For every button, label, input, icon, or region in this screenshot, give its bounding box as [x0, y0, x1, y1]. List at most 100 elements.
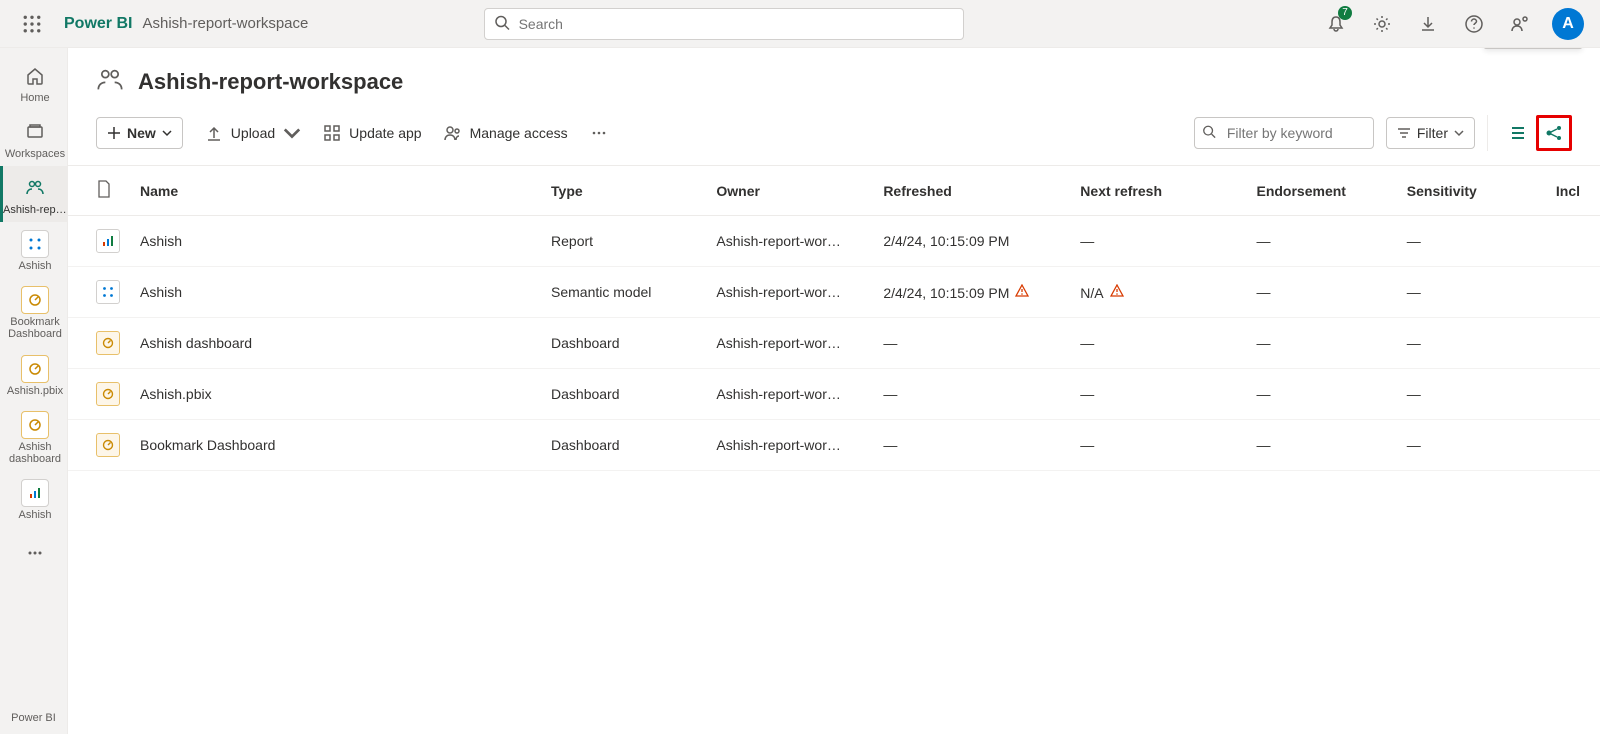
table-row[interactable]: AshishReportAshish-report-wor…2/4/24, 10… — [68, 216, 1600, 267]
table-header-row: Name Type Owner Refreshed Next refresh E… — [68, 166, 1600, 216]
main-content: Lineage view Ashish-report-workspace New… — [68, 48, 1600, 734]
col-endorsement[interactable]: Endorsement — [1246, 166, 1396, 216]
col-included[interactable]: Incl — [1546, 166, 1600, 216]
list-view-button[interactable] — [1500, 115, 1536, 151]
cell-owner: Ashish-report-wor… — [706, 369, 873, 420]
dashboard-icon — [96, 433, 120, 457]
rail-ashish-pbix[interactable]: Ashish.pbix — [0, 347, 68, 403]
cell-included — [1546, 369, 1600, 420]
cell-owner: Ashish-report-wor… — [706, 267, 873, 318]
notification-badge: 7 — [1338, 6, 1352, 20]
chevron-down-icon — [162, 128, 172, 138]
cell-included — [1546, 420, 1600, 471]
update-app-button[interactable]: Update app — [323, 124, 421, 142]
cell-refreshed: 2/4/24, 10:15:09 PM — [873, 267, 1070, 318]
chevron-down-icon — [1454, 128, 1464, 138]
rail-powerbi-home[interactable]: Power BI — [0, 692, 68, 734]
rail-ashish-dashboard[interactable]: Ashish dashboard — [0, 403, 68, 471]
table-row[interactable]: Ashish.pbixDashboardAshish-report-wor… — —… — [68, 369, 1600, 420]
app-launcher-button[interactable] — [8, 0, 56, 48]
waffle-icon — [23, 15, 41, 33]
rail-bookmark-dashboard[interactable]: Bookmark Dashboard — [0, 278, 68, 346]
breadcrumb[interactable]: Ashish-report-workspace — [142, 15, 308, 32]
filter-input[interactable] — [1194, 117, 1374, 149]
search-input[interactable] — [484, 8, 964, 40]
rail-home[interactable]: Home — [0, 54, 68, 110]
cell-name: Ashish — [130, 216, 541, 267]
rail-more[interactable] — [0, 531, 68, 575]
content-table: Name Type Owner Refreshed Next refresh E… — [68, 166, 1600, 471]
upload-button[interactable]: Upload — [205, 124, 301, 142]
cell-sensitivity: — — [1397, 369, 1546, 420]
table-row[interactable]: AshishSemantic modelAshish-report-wor…2/… — [68, 267, 1600, 318]
model-mini-icon — [21, 230, 49, 258]
people-icon — [444, 124, 462, 142]
cell-owner: Ashish-report-wor… — [706, 216, 873, 267]
more-icon — [21, 539, 49, 567]
top-actions: 7 A — [1314, 0, 1592, 48]
rail-workspaces[interactable]: Workspaces — [0, 110, 68, 166]
cell-type: Dashboard — [541, 369, 706, 420]
col-owner[interactable]: Owner — [706, 166, 873, 216]
filter-icon — [1397, 126, 1411, 140]
brand-label[interactable]: Power BI — [64, 15, 132, 33]
dashboard-icon — [96, 382, 120, 406]
cell-endorsement: — — [1246, 420, 1396, 471]
rail-current-workspace[interactable]: Ashish-report-… — [0, 166, 68, 222]
help-button[interactable] — [1452, 0, 1496, 48]
col-icon[interactable] — [68, 166, 130, 216]
cell-next-refresh: — — [1070, 369, 1246, 420]
col-refreshed[interactable]: Refreshed — [873, 166, 1070, 216]
plus-icon — [107, 126, 121, 140]
col-next-refresh[interactable]: Next refresh — [1070, 166, 1246, 216]
model-icon — [96, 280, 120, 304]
cell-next-refresh: — — [1070, 318, 1246, 369]
table-row[interactable]: Bookmark DashboardDashboardAshish-report… — [68, 420, 1600, 471]
warning-icon — [1015, 284, 1029, 298]
workspace-header: Ashish-report-workspace — [68, 48, 1600, 107]
chevron-down-icon — [283, 124, 301, 142]
cell-included — [1546, 267, 1600, 318]
more-icon — [590, 124, 608, 142]
download-button[interactable] — [1406, 0, 1450, 48]
col-sensitivity[interactable]: Sensitivity — [1397, 166, 1546, 216]
avatar[interactable]: A — [1552, 8, 1584, 40]
cell-endorsement: — — [1246, 267, 1396, 318]
cell-name: Ashish.pbix — [130, 369, 541, 420]
cell-owner: Ashish-report-wor… — [706, 318, 873, 369]
list-icon — [1509, 124, 1527, 142]
new-button[interactable]: New — [96, 117, 183, 149]
more-actions-button[interactable] — [590, 124, 608, 142]
people-icon — [21, 174, 49, 202]
table-row[interactable]: Ashish dashboardDashboardAshish-report-w… — [68, 318, 1600, 369]
document-icon — [96, 180, 112, 198]
notifications-button[interactable]: 7 — [1314, 0, 1358, 48]
cell-refreshed: — — [873, 420, 1070, 471]
cell-type: Report — [541, 216, 706, 267]
rail-ashish-model[interactable]: Ashish — [0, 222, 68, 278]
cell-included — [1546, 216, 1600, 267]
settings-button[interactable] — [1360, 0, 1404, 48]
search-icon — [494, 14, 510, 33]
cell-sensitivity: — — [1397, 216, 1546, 267]
filter-button[interactable]: Filter — [1386, 117, 1475, 149]
feedback-button[interactable] — [1498, 0, 1542, 48]
col-name[interactable]: Name — [130, 166, 541, 216]
cell-sensitivity: — — [1397, 318, 1546, 369]
cell-name: Ashish dashboard — [130, 318, 541, 369]
gear-icon — [1372, 14, 1392, 34]
warning-icon — [1110, 284, 1124, 298]
global-search — [484, 8, 964, 40]
cell-type: Dashboard — [541, 318, 706, 369]
help-icon — [1464, 14, 1484, 34]
cell-next-refresh: N/A — [1070, 267, 1246, 318]
filter-keyword — [1194, 117, 1374, 149]
manage-access-button[interactable]: Manage access — [444, 124, 568, 142]
lineage-view-button[interactable] — [1536, 115, 1572, 151]
rail-ashish-report[interactable]: Ashish — [0, 471, 68, 527]
dashboard-mini-icon — [21, 286, 49, 314]
home-icon — [21, 62, 49, 90]
col-type[interactable]: Type — [541, 166, 706, 216]
cell-type: Semantic model — [541, 267, 706, 318]
cell-refreshed: — — [873, 318, 1070, 369]
